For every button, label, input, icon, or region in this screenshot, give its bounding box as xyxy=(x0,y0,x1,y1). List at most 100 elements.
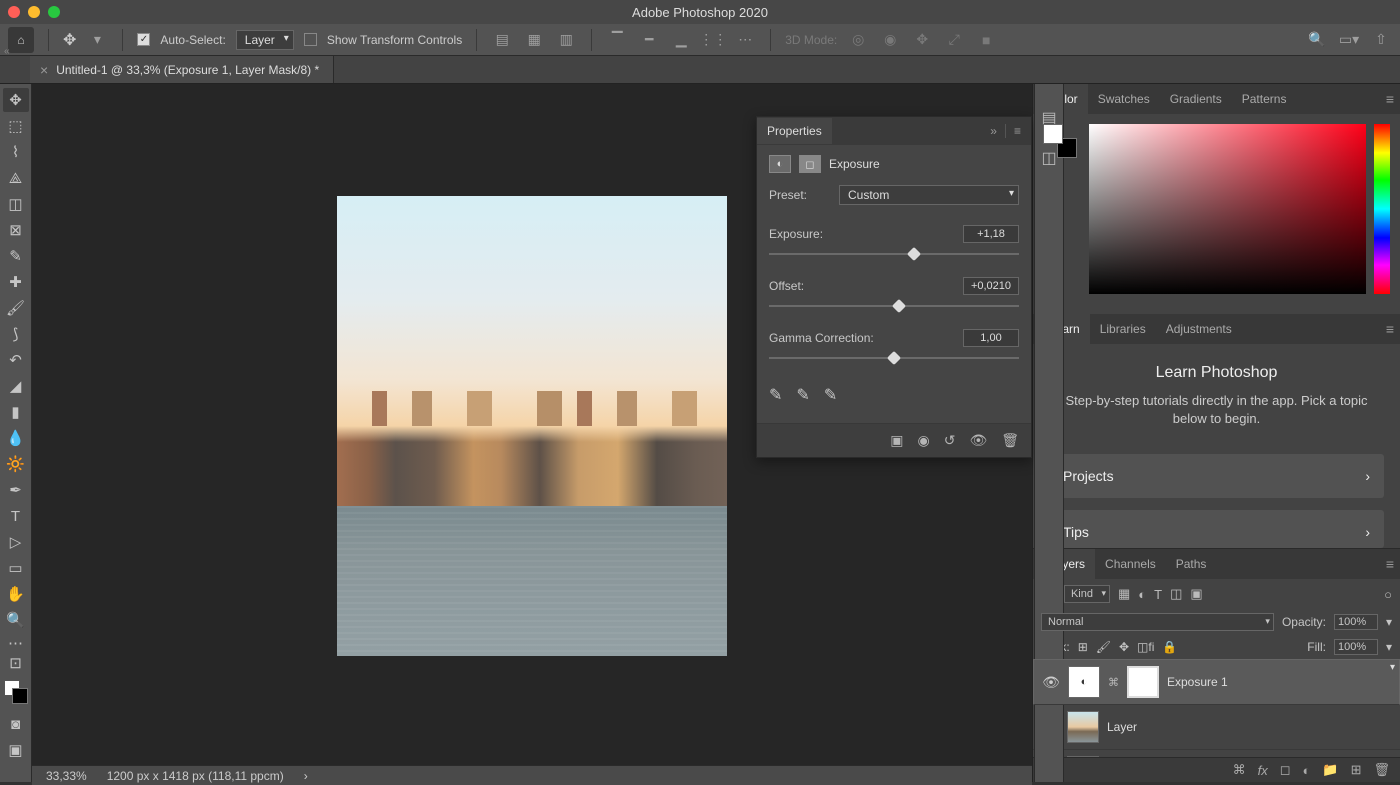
layer-row[interactable]: 👁Background🔒 xyxy=(1033,750,1400,757)
tool-preset-dropdown-icon[interactable]: ▾ xyxy=(86,29,108,51)
history-brush-tool[interactable]: ↶ xyxy=(3,348,29,372)
dodge-tool[interactable]: 🔆 xyxy=(3,452,29,476)
collapse-arrows-icon[interactable]: « xyxy=(4,46,10,57)
healing-tool[interactable]: ✚ xyxy=(3,270,29,294)
status-more-icon[interactable]: › xyxy=(304,769,308,783)
tab-patterns[interactable]: Patterns xyxy=(1232,84,1297,114)
layer-row[interactable]: 👁◐⌘Exposure 1 xyxy=(1033,659,1400,705)
adjustment-layer-icon[interactable]: ◐ xyxy=(1303,763,1311,778)
distribute-icon[interactable]: ⋮⋮ xyxy=(702,29,724,51)
quick-select-tool[interactable]: ⟁ xyxy=(3,166,29,190)
path-select-tool[interactable]: ▷ xyxy=(3,530,29,554)
minimize-window-button[interactable] xyxy=(28,6,40,18)
lock-all-icon[interactable]: 🔒 xyxy=(1162,640,1177,654)
workspace-icon[interactable]: ▭▾ xyxy=(1338,29,1360,51)
tab-swatches[interactable]: Swatches xyxy=(1088,84,1160,114)
show-transform-checkbox[interactable] xyxy=(304,33,317,46)
exposure-slider[interactable] xyxy=(769,249,1019,263)
tab-adjustments[interactable]: Adjustments xyxy=(1156,314,1242,344)
auto-select-target-dropdown[interactable]: Layer xyxy=(236,30,294,50)
home-button[interactable]: ⌂ xyxy=(8,27,34,53)
status-dims[interactable]: 1200 px x 1418 px (118,11 ppcm) xyxy=(107,769,284,783)
align-right-icon[interactable]: ▥ xyxy=(555,29,577,51)
filter-kind-dropdown[interactable]: Kind xyxy=(1064,585,1110,603)
gray-point-eyedropper-icon[interactable]: ✎ xyxy=(796,385,809,405)
screen-mode-tool[interactable]: ▣ xyxy=(3,738,29,762)
filter-pixel-icon[interactable]: ▦ xyxy=(1118,586,1130,602)
filter-type-icon[interactable]: T xyxy=(1154,587,1162,602)
black-point-eyedropper-icon[interactable]: ✎ xyxy=(769,385,782,405)
new-layer-icon[interactable]: ⊞ xyxy=(1351,762,1362,778)
lock-position-icon[interactable]: ✥ xyxy=(1119,640,1129,654)
hue-slider[interactable] xyxy=(1374,124,1390,294)
more-tools[interactable]: ⋯ xyxy=(3,634,29,652)
collapse-icon[interactable]: » xyxy=(990,124,997,138)
opacity-value[interactable]: 100% xyxy=(1334,614,1378,630)
quick-mask-tool[interactable]: ◙ xyxy=(3,712,29,736)
eyedropper-tool[interactable]: ✎ xyxy=(3,244,29,268)
clip-to-layer-icon[interactable]: ▣ xyxy=(890,432,903,449)
marquee-tool[interactable]: ⬚ xyxy=(3,114,29,138)
align-center-h-icon[interactable]: ▦ xyxy=(523,29,545,51)
auto-select-checkbox[interactable]: ✓ xyxy=(137,33,150,46)
edit-toolbar[interactable]: ⊡ xyxy=(3,654,29,672)
color-swatches[interactable] xyxy=(4,680,28,704)
lock-image-icon[interactable]: 🖌 xyxy=(1096,640,1111,654)
filter-shape-icon[interactable]: ◫ xyxy=(1170,586,1182,602)
rectangle-tool[interactable]: ▭ xyxy=(3,556,29,580)
close-tab-icon[interactable]: × xyxy=(40,62,48,78)
tab-gradients[interactable]: Gradients xyxy=(1160,84,1232,114)
close-window-button[interactable] xyxy=(8,6,20,18)
layer-row[interactable]: 👁Layer xyxy=(1033,705,1400,750)
exposure-value[interactable]: +1,18 xyxy=(963,225,1019,243)
layers-panel-menu-icon[interactable]: ≡ xyxy=(1386,556,1394,572)
lock-transparency-icon[interactable]: ⊞ xyxy=(1078,640,1088,654)
learn-card-projects[interactable]: Projects › xyxy=(1049,454,1384,498)
offset-slider[interactable] xyxy=(769,301,1019,315)
link-layers-icon[interactable]: ⌘ xyxy=(1233,762,1246,778)
share-icon[interactable]: ⇧ xyxy=(1370,29,1392,51)
hand-tool[interactable]: ✋ xyxy=(3,582,29,606)
delete-adjustment-icon[interactable]: 🗑 xyxy=(1001,432,1019,449)
view-previous-icon[interactable]: ◉ xyxy=(917,432,929,449)
move-tool[interactable]: ✥ xyxy=(3,88,29,112)
eraser-tool[interactable]: ◢ xyxy=(3,374,29,398)
more-align-icon[interactable]: ⋯ xyxy=(734,29,756,51)
maximize-window-button[interactable] xyxy=(48,6,60,18)
white-point-eyedropper-icon[interactable]: ✎ xyxy=(824,385,837,405)
fill-value[interactable]: 100% xyxy=(1334,639,1378,655)
gradient-tool[interactable]: ▮ xyxy=(3,400,29,424)
preset-dropdown[interactable]: Custom xyxy=(839,185,1019,205)
align-left-icon[interactable]: ▤ xyxy=(491,29,513,51)
learn-panel-menu-icon[interactable]: ≡ xyxy=(1386,321,1394,337)
opacity-dropdown-icon[interactable]: ▾ xyxy=(1386,615,1392,629)
visibility-icon[interactable]: 👁 xyxy=(1042,674,1060,691)
color-field[interactable] xyxy=(1089,124,1366,294)
document-tab[interactable]: × Untitled-1 @ 33,3% (Exposure 1, Layer … xyxy=(30,56,334,83)
gamma-value[interactable]: 1,00 xyxy=(963,329,1019,347)
panel-menu-icon[interactable]: ≡ xyxy=(1005,124,1021,138)
frame-tool[interactable]: ⊠ xyxy=(3,218,29,242)
align-bottom-icon[interactable]: ▁ xyxy=(670,29,692,51)
layer-style-icon[interactable]: fx xyxy=(1258,763,1268,778)
blend-mode-dropdown[interactable]: Normal xyxy=(1041,613,1274,631)
tab-paths[interactable]: Paths xyxy=(1166,549,1217,579)
status-zoom[interactable]: 33,33% xyxy=(46,769,87,783)
filter-toggle-icon[interactable]: ○ xyxy=(1384,587,1392,602)
delete-layer-icon[interactable]: 🗑 xyxy=(1373,762,1390,778)
search-icon[interactable]: 🔍 xyxy=(1306,29,1328,51)
zoom-tool[interactable]: 🔍 xyxy=(3,608,29,632)
tab-channels[interactable]: Channels xyxy=(1095,549,1166,579)
crop-tool[interactable]: ◫ xyxy=(3,192,29,216)
offset-value[interactable]: +0,0210 xyxy=(963,277,1019,295)
lock-artboard-icon[interactable]: ◫fi xyxy=(1137,640,1154,654)
align-center-v-icon[interactable]: ━ xyxy=(638,29,660,51)
align-top-icon[interactable]: ▔ xyxy=(606,29,628,51)
layer-mask-icon[interactable]: ◻ xyxy=(1280,762,1291,778)
blur-tool[interactable]: 💧 xyxy=(3,426,29,450)
pen-tool[interactable]: ✒ xyxy=(3,478,29,502)
group-icon[interactable]: 📁 xyxy=(1322,762,1338,778)
fill-dropdown-icon[interactable]: ▾ xyxy=(1386,640,1392,654)
tab-libraries[interactable]: Libraries xyxy=(1090,314,1156,344)
move-tool-icon[interactable]: ✥ xyxy=(63,30,76,50)
